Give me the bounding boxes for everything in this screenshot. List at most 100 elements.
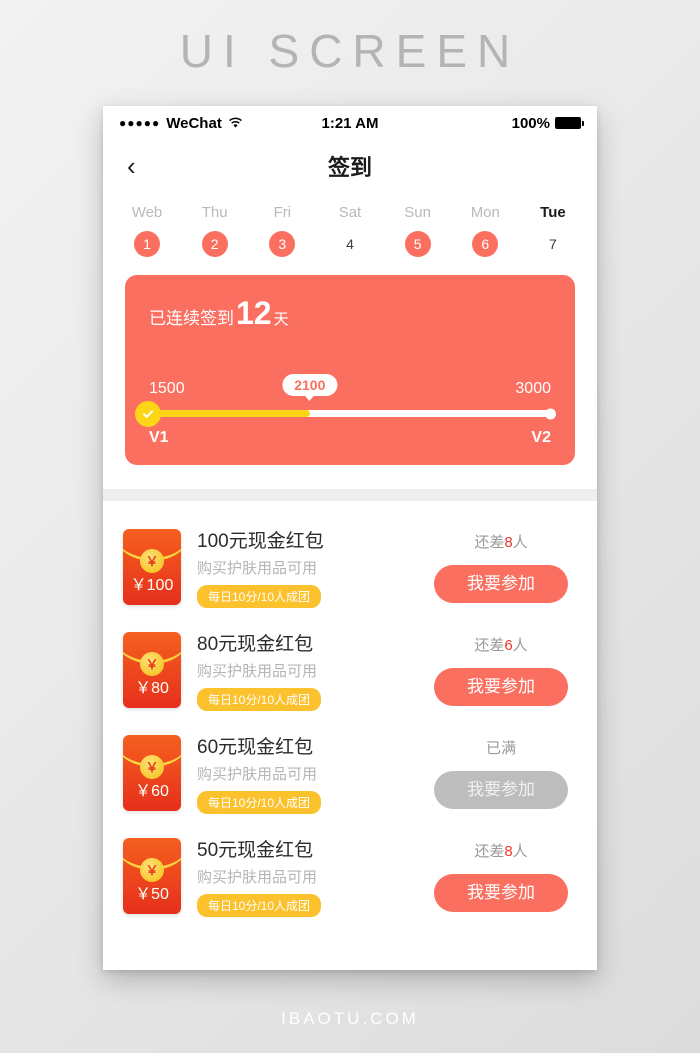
check-icon xyxy=(135,400,161,427)
week-day-name: Sat xyxy=(338,204,362,221)
red-packet-icon: ￥ ￥100 xyxy=(123,528,181,605)
join-button: 我要参加 xyxy=(434,770,568,809)
status-prefix: 还差 xyxy=(474,533,505,551)
back-icon[interactable]: ‹ xyxy=(119,140,144,192)
reward-status: 还差8人 xyxy=(425,840,577,861)
reward-badge: 每日10分/10人成团 xyxy=(197,790,322,814)
status-prefix: 已满 xyxy=(485,739,516,757)
status-bar-right: 100% xyxy=(429,114,584,132)
join-button[interactable]: 我要参加 xyxy=(434,873,568,912)
red-packet-amount: ￥80 xyxy=(135,679,169,697)
week-day-name: Tue xyxy=(540,204,566,221)
reward-subtitle: 购买护肤用品可用 xyxy=(197,868,318,886)
progress-area: 1500 2100 3000 V1 V2 xyxy=(135,374,556,447)
red-packet-icon: ￥ ￥60 xyxy=(123,734,181,811)
status-count: 8 xyxy=(504,842,513,860)
week-day-sun[interactable]: Sun 5 xyxy=(392,204,444,257)
reward-row: ￥ ￥50 50元现金红包 购买护肤用品可用 每日10分/10人成团 还差8人 我要参加 xyxy=(103,824,597,927)
poster-footer: IBAOTU.COM xyxy=(281,1009,419,1028)
streak-headline: 已连续签到 12 天 xyxy=(149,297,551,329)
reward-subtitle: 购买护肤用品可用 xyxy=(197,662,318,680)
reward-row: ￥ ￥80 80元现金红包 购买护肤用品可用 每日10分/10人成团 还差6人 我要参加 xyxy=(103,618,597,721)
reward-title: 50元现金红包 xyxy=(197,839,314,861)
week-day-number: 1 xyxy=(134,231,160,257)
week-day-name: Web xyxy=(131,204,163,221)
reward-info: 100元现金红包 购买护肤用品可用 每日10分/10人成团 xyxy=(181,526,425,608)
week-day-web[interactable]: Web 1 xyxy=(121,204,173,257)
phone-frame: ●●●●● WeChat 1:21 AM 100% ‹ 签到 Web 1 Thu 2 F… xyxy=(103,106,597,970)
yuan-coin-icon: ￥ xyxy=(140,754,164,779)
reward-row: ￥ ￥60 60元现金红包 购买护肤用品可用 每日10分/10人成团 已满 我要参加 xyxy=(103,721,597,824)
tier-end-label: V2 xyxy=(531,429,551,446)
reward-title: 80元现金红包 xyxy=(197,633,314,655)
reward-row: ￥ ￥100 100元现金红包 购买护肤用品可用 每日10分/10人成团 还差8人 我要参加 xyxy=(103,515,597,618)
status-suffix: 人 xyxy=(512,533,528,551)
reward-title: 60元现金红包 xyxy=(197,736,314,758)
week-day-number: 4 xyxy=(346,236,354,252)
reward-action: 还差8人我要参加 xyxy=(425,531,577,603)
progress-labels: 1500 2100 3000 xyxy=(149,374,551,400)
status-prefix: 还差 xyxy=(474,842,505,860)
week-day-mon[interactable]: Mon 6 xyxy=(459,204,511,257)
status-count: 6 xyxy=(504,636,513,654)
status-bar-left: ●●●●● WeChat xyxy=(119,115,271,132)
week-day-name: Fri xyxy=(273,204,292,221)
reward-info: 50元现金红包购买护肤用品可用每日10分/10人成团 xyxy=(181,835,425,917)
reward-action: 还差6人我要参加 xyxy=(425,634,577,706)
poster-title: UI SCREEN xyxy=(179,25,521,77)
week-day-fri[interactable]: Fri 3 xyxy=(256,204,308,257)
progress-current-tooltip: 2100 xyxy=(282,374,338,396)
reward-status: 已满 xyxy=(425,737,577,758)
progress-end-value: 3000 xyxy=(515,380,551,397)
week-day-tue[interactable]: Tue 7 xyxy=(527,204,579,257)
tier-start-label: V1 xyxy=(149,429,169,446)
join-button[interactable]: 我要参加 xyxy=(434,564,568,603)
red-packet-amount: ￥100 xyxy=(130,576,174,594)
reward-info: 60元现金红包购买护肤用品可用每日10分/10人成团 xyxy=(181,732,425,814)
week-day-number: 2 xyxy=(201,231,228,257)
section-divider xyxy=(103,489,597,501)
week-day-number: 7 xyxy=(549,236,557,252)
red-packet-icon: ￥ ￥80 xyxy=(123,631,181,708)
week-day-thu[interactable]: Thu 2 xyxy=(189,204,241,257)
week-day-number: 6 xyxy=(472,231,499,257)
reward-subtitle: 购买护肤用品可用 xyxy=(197,765,318,783)
join-button[interactable]: 我要参加 xyxy=(434,667,568,706)
reward-action: 还差8人我要参加 xyxy=(425,840,577,912)
week-day-sat[interactable]: Sat 4 xyxy=(324,204,376,257)
signal-strength-icon: ●●●●● xyxy=(119,116,161,130)
yuan-coin-icon: ￥ xyxy=(140,548,164,573)
battery-percent-label: 100% xyxy=(511,114,550,132)
progress-end-handle[interactable] xyxy=(545,408,556,419)
reward-action: 已满 我要参加 xyxy=(425,737,577,809)
red-packet-amount: ￥50 xyxy=(135,885,169,903)
red-packet-icon: ￥ ￥50 xyxy=(123,837,181,914)
week-day-number: 5 xyxy=(404,231,431,257)
streak-banner: 已连续签到 12 天 1500 2100 3000 V1 V2 xyxy=(125,275,575,465)
yuan-coin-icon: ￥ xyxy=(140,857,164,882)
week-day-number: 3 xyxy=(269,231,296,257)
progress-track[interactable] xyxy=(135,400,556,427)
week-day-name: Sun xyxy=(404,204,431,221)
week-day-name: Thu xyxy=(201,204,228,221)
week-strip: Web 1 Thu 2 Fri 3 Sat 4 Sun 5 Mon 6 Tue 7 xyxy=(103,192,597,265)
streak-banner-wrap: 已连续签到 12 天 1500 2100 3000 V1 V2 xyxy=(103,265,597,489)
wifi-icon xyxy=(228,117,243,129)
status-suffix: 人 xyxy=(512,842,528,860)
status-bar: ●●●●● WeChat 1:21 AM 100% xyxy=(103,106,597,140)
streak-days: 12 xyxy=(236,295,272,331)
week-day-name: Mon xyxy=(470,204,500,221)
reward-badge: 每日10分/10人成团 xyxy=(197,893,322,917)
status-suffix: 人 xyxy=(512,636,528,654)
reward-badge: 每日10分/10人成团 xyxy=(197,584,322,608)
status-count: 8 xyxy=(504,533,513,551)
streak-suffix: 天 xyxy=(273,311,289,328)
progress-fill xyxy=(149,410,310,417)
reward-subtitle: 购买护肤用品可用 xyxy=(197,559,318,577)
battery-icon xyxy=(554,117,584,129)
reward-status: 还差6人 xyxy=(425,634,577,655)
reward-status: 还差8人 xyxy=(425,531,577,552)
nav-bar: ‹ 签到 xyxy=(103,140,597,192)
progress-start-value: 1500 xyxy=(149,380,185,397)
reward-list: ￥ ￥100 100元现金红包 购买护肤用品可用 每日10分/10人成团 还差8人 我要参加… xyxy=(103,501,597,970)
